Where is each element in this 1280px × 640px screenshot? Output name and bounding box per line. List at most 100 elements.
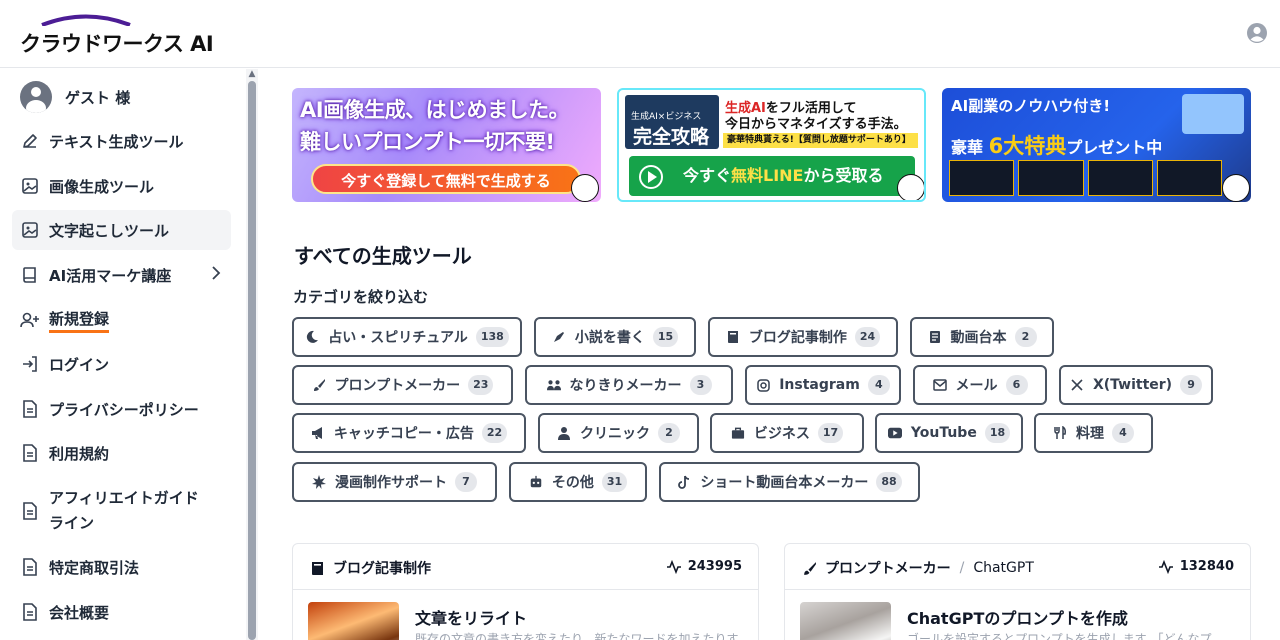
chip-label: プロンプトメーカー xyxy=(334,378,461,394)
sidebar-item-privacy[interactable]: プライバシーポリシー xyxy=(12,395,231,423)
guest-user[interactable]: ゲスト 様 xyxy=(20,81,130,113)
chip-label: なりきりメーカー xyxy=(569,378,682,394)
chip-count: 18 xyxy=(984,423,1011,443)
cta-highlight: 無料LINE xyxy=(731,166,804,185)
subheadline-pre: 豪華 xyxy=(951,138,984,157)
card-description: ゴールを設定するとプロンプトを生成します。「どんなプ xyxy=(907,632,1212,640)
bonus-books xyxy=(949,160,1222,196)
chip-count: 88 xyxy=(876,472,902,492)
user-circle-icon[interactable] xyxy=(1246,22,1268,44)
book-cover-subtitle: 生成AI×ビジネス xyxy=(631,112,702,122)
sidebar-item-label: AI活用マーケ講座 xyxy=(49,266,172,285)
sidebar-scrollbar[interactable]: ▲ xyxy=(246,69,258,640)
document-icon xyxy=(20,557,40,577)
card-title[interactable]: 文章をリライト xyxy=(415,605,527,629)
logo[interactable]: クラウドワークス AI xyxy=(20,14,214,58)
chip-count: 22 xyxy=(481,423,508,443)
card-header: ブログ記事制作 243995 xyxy=(293,544,758,590)
envelope-icon xyxy=(932,378,947,392)
document-icon xyxy=(20,443,40,463)
chip-count: 24 xyxy=(854,327,881,347)
pointer-hand-icon xyxy=(1222,174,1250,202)
chip-count: 6 xyxy=(1005,375,1028,395)
category-chip-fortune[interactable]: 占い・スピリチュアル 138 xyxy=(292,317,522,357)
book-cover-title: 完全攻略 xyxy=(633,126,710,148)
category-chip-twitter[interactable]: X(Twitter) 9 xyxy=(1059,365,1213,405)
sidebar-item-image-generation[interactable]: 画像生成ツール xyxy=(12,172,231,200)
category-chip-video-script[interactable]: 動画台本 2 xyxy=(910,317,1054,357)
sidebar-item-text-generation[interactable]: テキスト生成ツール xyxy=(12,127,231,155)
banner-line-gift[interactable]: 生成AI×ビジネス 完全攻略 生成AIをフル活用して 今日からマネタイズする手法… xyxy=(617,88,926,202)
scroll-thumb[interactable] xyxy=(248,81,256,640)
chevron-right-icon[interactable] xyxy=(211,266,221,284)
book-icon xyxy=(20,265,40,285)
utensils-icon xyxy=(1053,426,1067,440)
category-chip-novel[interactable]: 小説を書く 15 xyxy=(534,317,696,357)
sidebar-item-login[interactable]: ログイン xyxy=(12,350,231,378)
banner-subheadline: 今日からマネタイズする手法。 xyxy=(725,117,907,132)
chip-count: 4 xyxy=(1112,423,1134,443)
chip-label: 占い・スピリチュアル xyxy=(328,330,468,346)
category-chip-youtube[interactable]: YouTube 18 xyxy=(875,413,1023,453)
chip-label: 料理 xyxy=(1076,426,1104,442)
category-chip-other[interactable]: その他 31 xyxy=(509,462,647,502)
category-chip-catchcopy[interactable]: キャッチコピー・広告 22 xyxy=(292,413,526,453)
banner-cta[interactable]: 今すぐ登録して無料で生成する xyxy=(311,164,581,194)
sidebar-item-company[interactable]: 会社概要 xyxy=(12,598,231,626)
people-icon xyxy=(546,378,561,392)
book-icon xyxy=(309,560,325,576)
banner-strip: 豪華特典貰える!【質問し放題サポートあり】 xyxy=(723,133,918,148)
card-category-label: プロンプトメーカー xyxy=(825,561,951,577)
banner-side-job[interactable]: AI副業のノウハウ付き! 豪華 6大特典プレゼント中 xyxy=(942,88,1251,202)
sidebar-item-ai-marketing-course[interactable]: AI活用マーケ講座 xyxy=(12,261,231,289)
subheadline-post: プレゼント中 xyxy=(1066,138,1163,157)
chip-count: 2 xyxy=(1014,327,1037,347)
chip-label: YouTube xyxy=(910,425,977,441)
label-line-1: アフィリエイトガイド xyxy=(49,489,199,507)
category-chip-business[interactable]: ビジネス 17 xyxy=(710,413,864,453)
sidebar-item-affiliate[interactable]: アフィリエイトガイド ライン xyxy=(12,485,231,537)
subheadline-highlight: 6大特典 xyxy=(988,134,1067,158)
category-chip-clinic[interactable]: クリニック 2 xyxy=(538,413,699,453)
chip-count: 7 xyxy=(455,472,477,492)
bonus-book xyxy=(949,160,1015,196)
tool-card[interactable]: ブログ記事制作 243995 文章をリライト 既存の文章の書き方を変えたり、新た… xyxy=(292,543,759,640)
banner-ai-image[interactable]: AI画像生成、はじめました。 難しいプロンプト一切不要! 今すぐ登録して無料で生… xyxy=(292,88,601,202)
category-chip-blog[interactable]: ブログ記事制作 24 xyxy=(708,317,898,357)
sidebar-item-transcription[interactable]: 文字起こしツール xyxy=(12,210,231,250)
chip-count: 4 xyxy=(867,375,890,395)
top-header: クラウドワークス AI xyxy=(0,0,1280,68)
guest-name: ゲスト 様 xyxy=(65,88,131,107)
category-chip-roleplay[interactable]: なりきりメーカー 3 xyxy=(525,365,733,405)
card-category[interactable]: プロンプトメーカー / ChatGPT xyxy=(801,558,1034,578)
chip-label: ブログ記事制作 xyxy=(748,330,847,346)
pointer-hand-icon xyxy=(571,174,599,202)
category-chip-manga[interactable]: 漫画制作サポート 7 xyxy=(292,462,497,502)
category-chip-instagram[interactable]: Instagram 4 xyxy=(745,365,901,405)
card-usage-count: 243995 xyxy=(666,559,742,574)
chip-label: 小説を書く xyxy=(574,330,645,346)
logo-arc-icon xyxy=(41,14,131,26)
banner-cta[interactable]: 今すぐ無料LINEから受取る xyxy=(629,156,915,196)
category-chip-email[interactable]: メール 6 xyxy=(913,365,1047,405)
category-chip-prompt-maker[interactable]: プロンプトメーカー 23 xyxy=(292,365,513,405)
login-icon xyxy=(20,354,40,374)
chip-count: 31 xyxy=(601,472,628,492)
sidebar-item-commerce-law[interactable]: 特定商取引法 xyxy=(12,553,231,581)
chip-count: 15 xyxy=(652,327,679,347)
script-icon xyxy=(928,330,942,344)
banner-subheadline: 豪華 6大特典プレゼント中 xyxy=(951,130,1162,160)
brush-icon xyxy=(312,378,326,392)
card-category[interactable]: ブログ記事制作 xyxy=(309,558,431,578)
sidebar-item-label: テキスト生成ツール xyxy=(49,132,184,151)
card-description: 既存の文章の書き方を変えたり、新たなワードを加えたりす xyxy=(415,632,739,640)
scroll-up-arrow-icon[interactable]: ▲ xyxy=(247,69,257,79)
filter-title: カテゴリを絞り込む xyxy=(293,288,429,306)
sidebar-item-register[interactable]: 新規登録 xyxy=(12,306,231,334)
category-chip-cooking[interactable]: 料理 4 xyxy=(1034,413,1153,453)
category-chip-short-video[interactable]: ショート動画台本メーカー 88 xyxy=(659,462,920,502)
card-title[interactable]: ChatGPTのプロンプトを作成 xyxy=(907,605,1128,629)
sidebar-item-terms[interactable]: 利用規約 xyxy=(12,439,231,467)
tool-card[interactable]: プロンプトメーカー / ChatGPT 132840 ChatGPTのプロンプト… xyxy=(784,543,1251,640)
image-icon xyxy=(20,220,40,240)
